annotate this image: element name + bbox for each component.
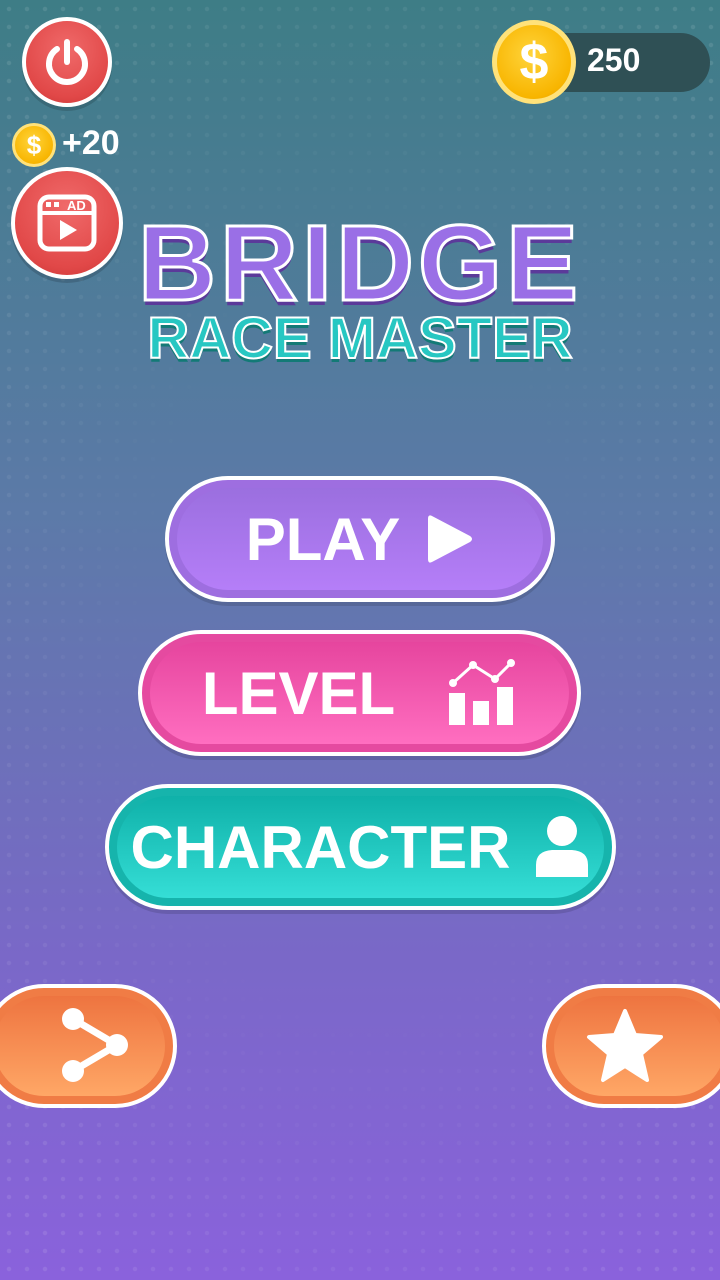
level-label: LEVEL — [201, 659, 396, 727]
coin-symbol: $ — [519, 33, 549, 91]
level-button[interactable]: LEVEL — [138, 630, 581, 756]
character-button[interactable]: CHARACTER — [105, 784, 616, 910]
star-icon — [586, 1009, 663, 1082]
bonus-coin-icon: $ — [12, 123, 56, 167]
power-button[interactable] — [22, 17, 112, 107]
power-icon — [46, 39, 88, 85]
coin-icon: $ — [492, 20, 576, 104]
play-button[interactable]: PLAY — [165, 476, 555, 602]
game-subtitle: RACE MASTER — [146, 305, 573, 372]
share-button[interactable] — [0, 984, 177, 1108]
play-triangle-icon — [426, 512, 474, 566]
rate-button[interactable] — [542, 984, 720, 1108]
character-label: CHARACTER — [130, 813, 511, 881]
play-label: PLAY — [245, 505, 401, 573]
share-icon — [61, 1008, 128, 1082]
bonus-coin-symbol: $ — [26, 129, 42, 160]
user-icon — [534, 815, 590, 879]
ad-reward-amount: +20 — [62, 124, 120, 162]
bar-chart-trend-icon — [447, 659, 517, 727]
coin-count: 250 — [587, 42, 641, 78]
